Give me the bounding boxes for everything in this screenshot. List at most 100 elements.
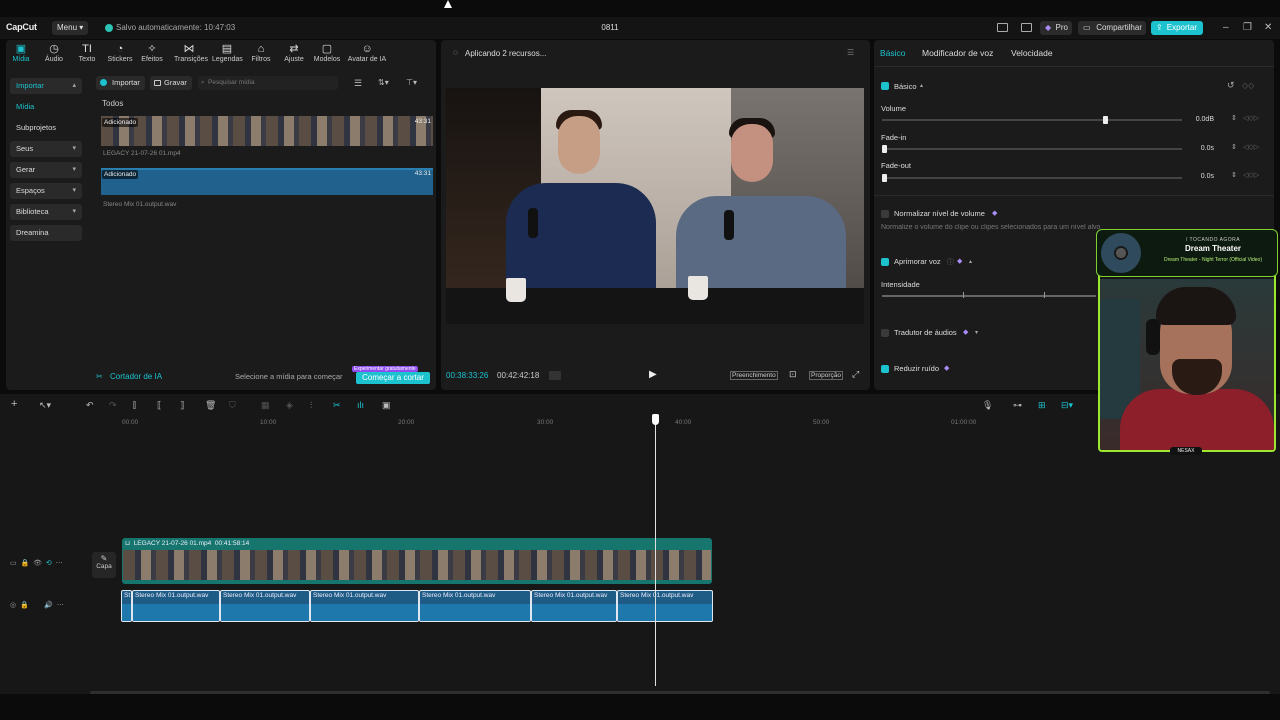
tool-captions[interactable]: ▤ Legendas [212, 44, 243, 64]
tool-audio[interactable]: ◷ Áudio [39, 44, 69, 64]
tab-basic[interactable]: Básico [880, 48, 906, 58]
noise-reduction-checkbox[interactable] [881, 365, 889, 373]
cover-button[interactable]: ✎ Capa [92, 552, 116, 578]
import-button[interactable]: Importar [96, 76, 145, 90]
split-left-icon[interactable]: ⟦ [157, 400, 161, 411]
tab-speed[interactable]: Velocidade [1011, 48, 1053, 58]
frame-icon[interactable] [549, 371, 561, 380]
enhance-voice-checkbox[interactable] [881, 258, 889, 266]
fadeout-value[interactable]: 0.0s [1180, 171, 1226, 183]
stepper-icon[interactable]: ⇕ [1231, 143, 1237, 151]
shield-icon[interactable]: ⛉ [229, 400, 236, 411]
delete-icon[interactable]: 🗑 [205, 400, 216, 411]
fadeout-slider[interactable] [882, 177, 1182, 179]
sidebar-item-subprojects[interactable]: Subprojetos [10, 120, 82, 136]
audio-adjust-icon[interactable]: ⫶ [310, 400, 312, 411]
playhead-line[interactable] [655, 414, 656, 686]
basic-checkbox[interactable] [881, 82, 889, 90]
add-track-icon[interactable]: + [11, 398, 17, 410]
audio-clip[interactable]: Stereo Mix 01.output.wav [419, 590, 531, 622]
sidebar-item-yours[interactable]: Seus ▾ [10, 141, 82, 157]
audio-clip[interactable]: St [121, 590, 132, 622]
sidebar-item-media[interactable]: Mídia [10, 99, 82, 115]
select-tool-icon[interactable]: ↖▾ [39, 400, 51, 411]
normalize-checkbox[interactable] [881, 210, 889, 218]
keyframe-icon[interactable]: ◁◇▷ [1243, 114, 1259, 122]
sidebar-item-library[interactable]: Biblioteca ▾ [10, 204, 82, 220]
redo-icon[interactable]: ↷ [109, 400, 117, 411]
volume-value[interactable]: 0.0dB [1180, 114, 1226, 126]
intensity-slider[interactable] [882, 295, 1096, 297]
restore-icon[interactable]: ❐ [1243, 22, 1252, 33]
media-clip-video[interactable]: Adicionado 43:31 LEGACY 21-07-26 01.mp4 [101, 114, 433, 157]
close-icon[interactable]: ✕ [1264, 22, 1272, 33]
list-view-icon[interactable]: ☰ [354, 78, 362, 89]
tab-voice-changer[interactable]: Modificador de voz [922, 48, 993, 58]
snap-icon[interactable]: ⊟▾ [1061, 400, 1073, 411]
undo-icon[interactable]: ↶ [86, 400, 94, 411]
split-icon[interactable]: ⫿ [133, 400, 136, 411]
mask-icon[interactable]: ◈ [286, 400, 293, 411]
tool-templates[interactable]: ▢ Modelos [312, 44, 342, 64]
ratio-button[interactable]: Proporção [809, 371, 843, 380]
fadein-knob[interactable] [882, 145, 887, 153]
tool-text[interactable]: TI Texto [72, 44, 102, 64]
fadeout-knob[interactable] [882, 174, 887, 182]
volume-slider[interactable] [882, 119, 1182, 121]
keyframe-icon[interactable]: ◁◇▷ [1243, 143, 1259, 151]
crop-icon[interactable]: ▦ [261, 400, 270, 411]
volume-knob[interactable] [1103, 116, 1108, 124]
fadein-value[interactable]: 0.0s [1180, 143, 1226, 155]
export-button[interactable]: ⇪ Exportar [1151, 21, 1203, 35]
search-input[interactable]: ⌕ Pesquisar mídia [198, 76, 338, 90]
menu-button[interactable]: Menu ▾ [52, 21, 89, 35]
record-button[interactable]: Gravar [150, 76, 192, 90]
tool-stickers[interactable]: ◔ Stickers [105, 44, 135, 64]
start-cutting-button[interactable]: Começar a cortar [356, 372, 430, 384]
screenshot-icon[interactable]: ⊡ [789, 369, 797, 380]
tool-effects[interactable]: ✧ Efeitos [137, 44, 167, 64]
tool-filters[interactable]: ⌂ Filtros [246, 44, 276, 64]
audio-clip[interactable]: Stereo Mix 01.output.wav [617, 590, 713, 622]
tool-media[interactable]: ▣ Mídia [6, 44, 36, 64]
keyboard-icon[interactable] [1021, 23, 1032, 32]
sidebar-item-dreamina[interactable]: Dreamina [10, 225, 82, 241]
project-title[interactable]: 0811 [590, 23, 630, 32]
fill-button[interactable]: Preenchimento [730, 371, 778, 380]
play-icon[interactable]: ▶ [649, 369, 657, 380]
fullscreen-icon[interactable]: ⤢ [852, 369, 859, 380]
fadein-slider[interactable] [882, 148, 1182, 150]
microphone-icon[interactable]: 🎙 [982, 400, 993, 411]
audio-clip[interactable]: Stereo Mix 01.output.wav [531, 590, 617, 622]
keyframe-icon[interactable]: ◁◇▷ [1243, 171, 1259, 179]
playhead-handle[interactable] [652, 414, 659, 425]
audio-clip[interactable]: Stereo Mix 01.output.wav [220, 590, 310, 622]
media-clip-audio[interactable]: Adicionado 43:31 Stereo Mix 01.output.wa… [101, 168, 433, 208]
tool-adjust[interactable]: ⇄ Ajuste [279, 44, 309, 64]
magnet-icon[interactable]: ⊞ [1038, 400, 1046, 411]
keyframe-icon[interactable]: ◇◇ [1242, 81, 1254, 90]
audio-clip[interactable]: Stereo Mix 01.output.wav [310, 590, 419, 622]
reset-icon[interactable]: ↺ [1227, 80, 1235, 91]
layout-icon[interactable] [997, 23, 1008, 32]
filter-icon[interactable]: ⊤▾ [406, 78, 417, 87]
stepper-icon[interactable]: ⇕ [1231, 171, 1237, 179]
minimize-icon[interactable]: – [1223, 22, 1229, 33]
ai-cut-icon[interactable]: ✂ [333, 400, 341, 411]
split-right-icon[interactable]: ⟧ [180, 400, 184, 411]
preview-menu-icon[interactable]: ☰ [847, 48, 854, 57]
sidebar-item-import[interactable]: Importar ▴ [10, 78, 82, 94]
audio-clip[interactable]: Stereo Mix 01.output.wav [132, 590, 220, 622]
link-icon[interactable]: ⊶ [1013, 400, 1022, 411]
audio-wave-icon[interactable]: ılı [357, 400, 364, 410]
tool-ai-avatar[interactable]: ☺ Avatar de IA [344, 44, 390, 64]
subtitle-icon[interactable]: ▣ [382, 400, 391, 411]
horizontal-scrollbar[interactable] [90, 691, 1270, 694]
stepper-icon[interactable]: ⇕ [1231, 114, 1237, 122]
share-button[interactable]: ▭ Compartilhar [1078, 21, 1146, 35]
processing-status[interactable]: Aplicando 2 recursos... [465, 49, 546, 58]
tool-transitions[interactable]: ⋈ Transições [174, 44, 208, 64]
sidebar-item-spaces[interactable]: Espaços ▾ [10, 183, 82, 199]
pro-button[interactable]: ◆ Pro [1040, 21, 1072, 35]
sort-icon[interactable]: ⇅▾ [378, 78, 389, 87]
